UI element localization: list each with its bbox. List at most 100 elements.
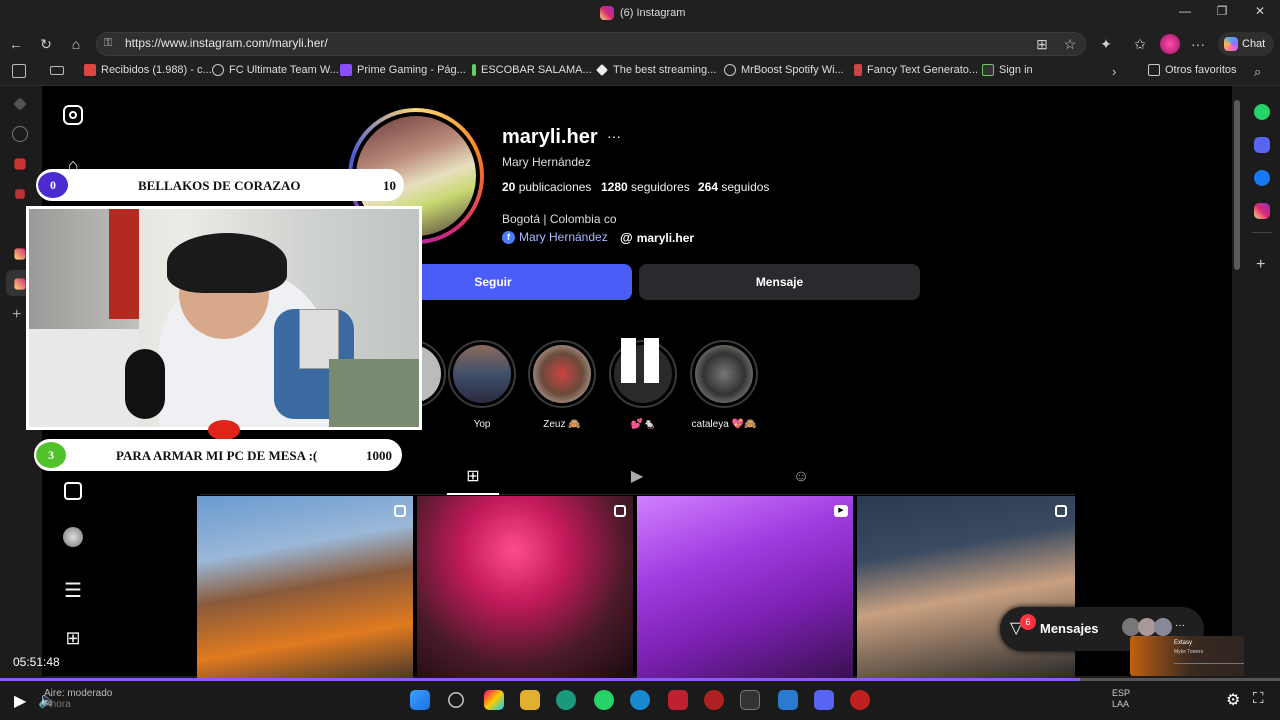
tab-favicon-icon[interactable] [15,189,25,199]
bookmark-gmail[interactable]: Recibidos (1.988) - c... [84,64,212,76]
facebook-sidebar-icon[interactable] [1254,170,1270,186]
goal-bar-pc: 3 PARA ARMAR MI PC DE MESA :( 1000 [34,439,402,471]
globe-icon[interactable] [12,126,28,142]
back-icon[interactable]: ← [6,34,26,54]
followers-label: seguidores [631,180,690,194]
tab-actions-icon[interactable] [12,64,26,78]
globe-icon [724,64,736,76]
goal-bar-bellakos: 0 BELLAKOS DE CORAZAO 10 [36,169,404,201]
apps-icon[interactable]: ⊞ [1032,34,1052,54]
followers-count: 1280 [601,180,628,194]
bookmark-fancytext[interactable]: Fancy Text Generato... [854,64,978,76]
home-icon[interactable]: ⌂ [66,34,86,54]
instagram-tab-icon[interactable] [14,278,26,290]
search-icon[interactable]: ⌕ [1254,64,1261,80]
threads-link-label: maryli.her [636,230,695,245]
posts-grid-tab-icon[interactable]: ⊞ [463,467,483,487]
weather-widget: Aire: moderado Ahora [44,688,112,710]
bookmark-label: MrBoost Spotify Wi... [741,64,844,76]
message-button[interactable]: Mensaje [639,264,920,300]
play-icon[interactable]: ▶ [14,691,26,711]
menu-dots-icon[interactable]: ··· [1188,34,1208,54]
bat-icon [982,64,994,76]
profile-options-icon[interactable]: ··· [607,128,621,144]
instagram-logo-icon[interactable] [63,105,83,125]
app-taskbar-icon [704,690,724,710]
bookmark-icon [854,64,862,76]
fullscreen-icon[interactable]: ⛶ [1253,690,1264,707]
add-sidebar-app-icon[interactable]: + [1256,256,1265,274]
dashboard-nav-icon[interactable] [62,480,84,502]
threads-link[interactable]: @ maryli.her [620,230,694,245]
tagged-tab-icon[interactable]: ☺ [791,467,811,487]
page-scrollbar[interactable] [1234,100,1240,270]
favorites-icon[interactable]: ✩ [1130,34,1150,54]
followers-stat[interactable]: 1280 seguidores [601,180,690,194]
post-thumbnail[interactable] [417,496,633,678]
hamburger-menu-icon[interactable]: ☰ [62,580,84,602]
new-tab-icon[interactable]: + [12,306,21,324]
url-text[interactable]: https://www.instagram.com/maryli.her/ [125,36,328,50]
bookmark-label: ESCOBAR SALAMA... [481,64,592,76]
minimize-button[interactable]: — [1175,4,1195,22]
bookmark-label: Fancy Text Generato... [867,64,979,76]
highlight-cataleya[interactable] [690,340,758,408]
chevron-right-icon[interactable]: › [1112,64,1116,79]
tabs-divider [200,494,1075,495]
extensions-icon[interactable]: ✦ [1096,34,1116,54]
other-favorites-label: Otros favoritos [1165,64,1237,76]
highlight-hearts[interactable] [609,340,677,408]
weather-status: Aire: moderado [44,688,113,699]
facebook-icon: f [502,230,515,244]
discord-icon[interactable] [1254,137,1270,153]
youtube-icon[interactable] [14,158,26,170]
copilot-taskbar-icon [484,690,504,710]
language-code: ESP [1112,688,1131,698]
refresh-icon[interactable]: ↻ [36,34,56,54]
favorite-star-icon[interactable]: ☆ [1060,34,1080,54]
goal-current-count: 0 [38,172,68,198]
goal-title: PARA ARMAR MI PC DE MESA :( [116,448,318,463]
site-info-icon[interactable]: ⚿ [104,37,112,50]
profile-avatar-icon[interactable] [1160,34,1180,54]
highlight-yop[interactable] [448,340,516,408]
active-tab-indicator [447,493,499,495]
bookmark-label: The best streaming... [613,64,717,76]
post-thumbnail[interactable] [197,496,413,678]
bookmark-signin[interactable]: Sign in [982,64,1033,76]
instagram-sidebar-icon[interactable] [1254,203,1270,219]
following-stat[interactable]: 264 seguidos [698,180,769,194]
highlight-zeuz[interactable] [528,340,596,408]
instagram-tab-icon[interactable] [14,248,26,260]
posts-count: 20 [502,180,516,194]
bookmark-label: FC Ultimate Team W... [229,64,339,76]
bookmark-label: Recibidos (1.988) - c... [101,64,212,76]
bookmark-icon [472,64,476,76]
app-taskbar-icon [778,690,798,710]
bookmark-streaming[interactable]: The best streaming... [596,64,716,76]
mini-player-progress [1174,663,1254,664]
facebook-link[interactable]: f Mary Hernández [502,230,608,244]
other-favorites[interactable]: Otros favoritos [1148,64,1237,76]
chat-button[interactable]: Chat [1218,32,1274,56]
bookmark-escobar[interactable]: ESCOBAR SALAMA... [472,64,592,76]
whatsapp-icon[interactable] [1254,104,1270,120]
window-title-text: (6) Instagram [620,7,686,19]
messages-more-icon[interactable]: ··· [1175,620,1185,631]
tiktok-taskbar-icon [668,690,688,710]
close-button[interactable]: ✕ [1250,4,1270,22]
bookmark-mrboost[interactable]: MrBoost Spotify Wi... [724,64,844,76]
highlight-label: 💕🐁 [630,419,656,430]
post-thumbnail[interactable] [637,496,853,678]
profile-nav-avatar[interactable] [63,527,83,547]
bookmark-prime[interactable]: Prime Gaming - Pág... [340,64,466,76]
search-taskbar-icon [448,692,464,708]
browser-taskbar-icon [630,690,650,710]
maximize-button[interactable]: ❐ [1212,4,1232,22]
whatsapp-taskbar-icon [594,690,614,710]
wallet-icon[interactable] [50,66,64,75]
bookmark-fc[interactable]: FC Ultimate Team W... [212,64,339,76]
more-apps-icon[interactable]: ⊞ [62,627,84,649]
settings-gear-icon[interactable]: ⚙ [1226,690,1240,710]
reels-tab-icon[interactable]: ▶ [627,467,647,487]
